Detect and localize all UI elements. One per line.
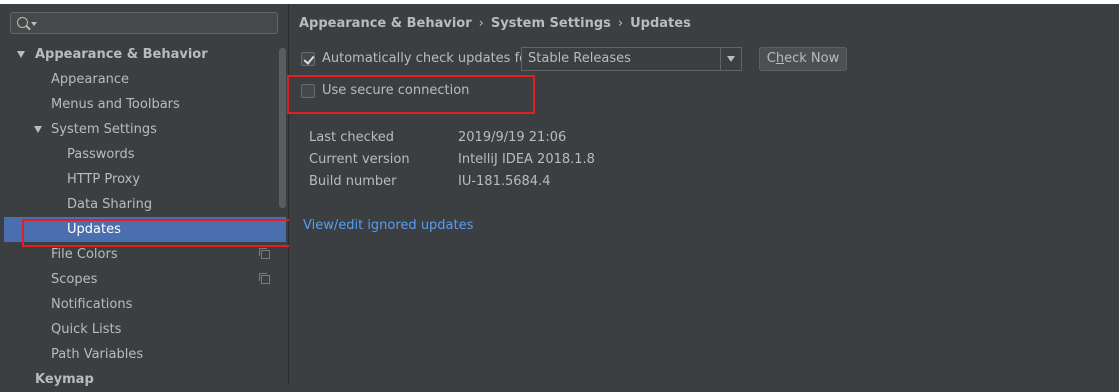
build-number-label: Build number [309,174,397,189]
search-input[interactable] [41,14,275,34]
search-icon[interactable] [17,17,28,28]
last-checked-label: Last checked [309,130,395,145]
search-options-icon[interactable] [31,22,37,26]
tree-item-label: Passwords [67,147,135,162]
tree-item-label: Data Sharing [67,197,153,212]
tree-item-scopes[interactable]: Scopes [0,267,288,292]
tree-item-path-variables[interactable]: Path Variables [0,342,288,367]
tree-item-label: Appearance [51,72,130,87]
tree-item-label: Scopes [51,272,98,287]
update-channel-select[interactable]: Stable Releases [521,47,742,71]
settings-content: Appearance & Behavior › System Settings › Up… [287,4,1119,385]
project-level-icon [259,273,270,284]
tree-item-system-settings[interactable]: System Settings [0,117,288,142]
tree-item-quick-lists[interactable]: Quick Lists [0,317,288,342]
tree-item-notifications[interactable]: Notifications [0,292,288,317]
tree-item-keymap[interactable]: Keymap [0,367,288,392]
tree-item-label: Path Variables [51,347,144,362]
tree-item-label: Appearance & Behavior [35,47,208,62]
dropdown-button[interactable] [720,48,741,70]
breadcrumb-separator-icon: › [478,16,484,31]
tree-item-appearance-behavior[interactable]: Appearance & Behavior [0,42,288,67]
tree-item-data-sharing[interactable]: Data Sharing [0,192,288,217]
breadcrumb-item: System Settings [490,16,611,31]
chevron-down-icon [727,56,735,62]
breadcrumb: Appearance & Behavior › System Settings › Up… [299,16,691,31]
updates-highlight-box [22,219,298,247]
auto-check-checkbox[interactable] [301,52,315,66]
tree-item-label: Menus and Toolbars [51,97,180,112]
update-channel-value: Stable Releases [528,51,631,66]
tree-item-http-proxy[interactable]: HTTP Proxy [0,167,288,192]
ignored-updates-link[interactable]: View/edit ignored updates [303,218,473,233]
secure-connection-highlight-box [287,75,535,114]
expand-triangle-icon[interactable] [17,51,25,58]
tree-item-appearance[interactable]: Appearance [0,67,288,92]
tree-item-label: Quick Lists [51,322,122,337]
breadcrumb-separator-icon: › [617,16,624,31]
auto-check-label: Automatically check updates for [322,51,533,66]
tree-item-label: HTTP Proxy [67,172,141,187]
current-version-value: IntelliJ IDEA 2018.1.8 [458,152,595,167]
tree-item-label: System Settings [51,122,157,137]
build-number-value: IU-181.5684.4 [458,174,551,189]
tree-item-passwords[interactable]: Passwords [0,142,288,167]
tree-item-menus-toolbars[interactable]: Menus and Toolbars [0,92,288,117]
tree-item-label: Notifications [51,297,133,312]
expand-triangle-icon[interactable] [34,126,42,133]
settings-search[interactable] [10,12,278,34]
last-checked-value: 2019/9/19 21:06 [458,130,567,145]
sidebar-scrollbar[interactable] [279,48,286,208]
current-version-label: Current version [309,152,410,167]
settings-sidebar: Appearance & Behavior Appearance Menus a… [0,4,298,387]
tree-item-label: Keymap [35,372,94,387]
check-now-button[interactable]: Check Now [759,47,847,71]
breadcrumb-item: Updates [630,16,691,31]
breadcrumb-item: Appearance & Behavior [299,16,472,31]
project-level-icon [259,248,270,259]
